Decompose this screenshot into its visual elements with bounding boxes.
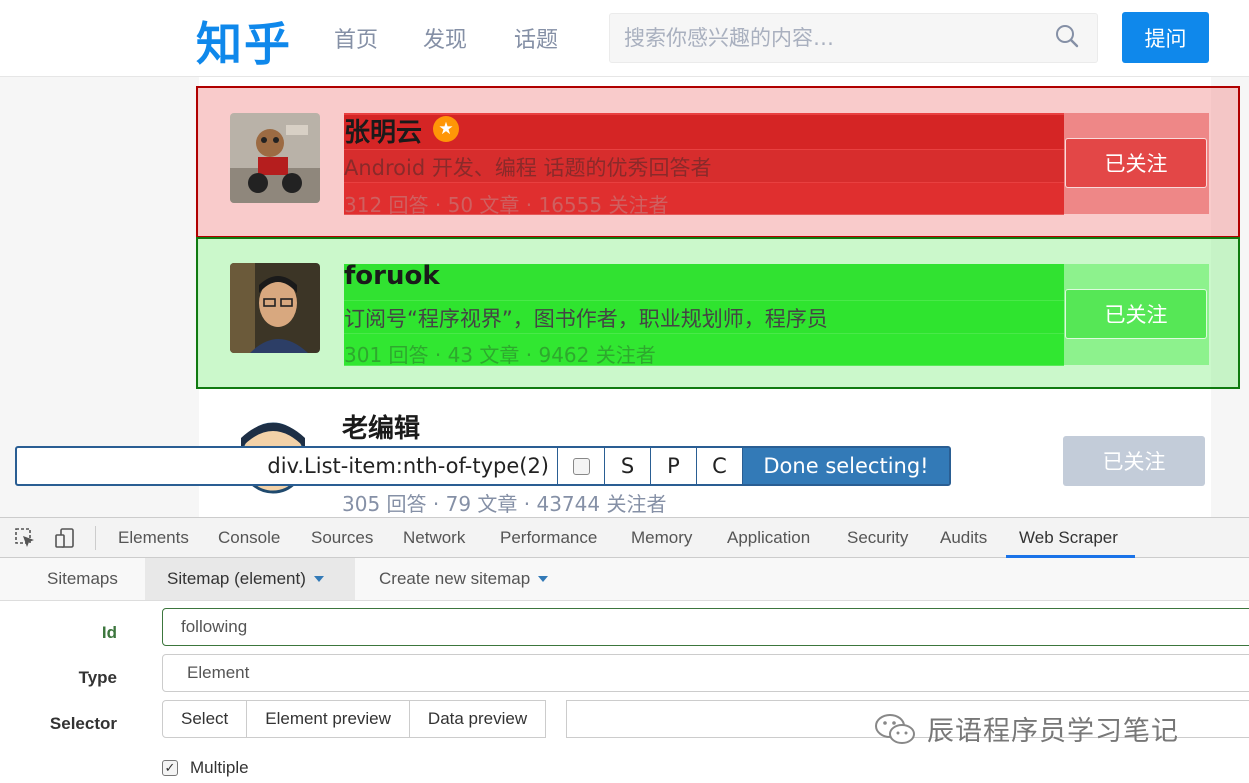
avatar[interactable] — [230, 263, 320, 353]
avatar[interactable] — [230, 113, 320, 203]
selector-label: Selector — [49, 714, 117, 733]
tab-memory[interactable]: Memory — [631, 528, 692, 548]
multiple-checkbox-row[interactable]: ✓ Multiple — [162, 758, 249, 778]
nav-sitemap-element[interactable]: Sitemap (element) — [145, 558, 355, 600]
tab-sources[interactable]: Sources — [311, 528, 373, 548]
follow-button[interactable]: 已关注 — [1065, 138, 1207, 188]
nav-home[interactable]: 首页 — [334, 22, 378, 54]
name-highlight — [344, 264, 1064, 300]
done-selecting-button[interactable]: Done selecting! — [742, 448, 949, 484]
nav-create-sitemap[interactable]: Create new sitemap — [379, 558, 549, 600]
tab-network[interactable]: Network — [403, 528, 465, 548]
list-item-hover[interactable]: foruok 订阅号“程序视界”，图书作者，职业规划师，程序员 301 回答 ·… — [196, 237, 1240, 389]
nav-sitemaps[interactable]: Sitemaps — [47, 558, 118, 600]
follow-button[interactable]: 已关注 — [1063, 436, 1205, 486]
id-label: Id — [101, 623, 117, 642]
selector-button-group: Select Element preview Data preview — [162, 700, 547, 738]
selector-key-c[interactable]: C — [696, 448, 742, 484]
tab-elements[interactable]: Elements — [118, 528, 189, 548]
tab-web-scraper[interactable]: Web Scraper — [1019, 528, 1118, 548]
selector-key-s[interactable]: S — [604, 448, 650, 484]
selector-toolbar: S P C Done selecting! — [15, 446, 951, 486]
avatar-image-person — [230, 263, 320, 353]
data-preview-button[interactable]: Data preview — [409, 700, 547, 738]
zhihu-logo[interactable]: 知乎 — [196, 8, 292, 74]
wechat-icon — [875, 713, 915, 744]
devtools-tabbar: Elements Console Sources Network Perform… — [0, 517, 1249, 558]
selector-key-p[interactable]: P — [650, 448, 696, 484]
device-toolbar-icon[interactable] — [54, 527, 76, 549]
element-preview-button[interactable]: Element preview — [247, 700, 410, 738]
scraper-nav: Sitemaps Sitemap (element) Create new si… — [0, 558, 1249, 601]
chevron-down-icon — [538, 576, 549, 582]
user-name[interactable]: 张明云 — [344, 112, 422, 149]
user-stats: 312 回答 · 50 文章 · 16555 关注者 — [344, 193, 669, 217]
search-box — [609, 13, 1098, 63]
tab-application[interactable]: Application — [727, 528, 810, 548]
watermark-text: 辰语程序员学习笔记 — [927, 716, 1179, 747]
user-name[interactable]: 老编辑 — [342, 408, 420, 445]
user-stats: 305 回答 · 79 文章 · 43744 关注者 — [342, 492, 667, 516]
checkbox-icon[interactable] — [572, 457, 590, 475]
nav-topics[interactable]: 话题 — [514, 22, 558, 54]
select-button[interactable]: Select — [162, 700, 248, 738]
user-name[interactable]: foruok — [344, 261, 440, 291]
user-bio: Android 开发、编程 话题的优秀回答者 — [344, 156, 712, 180]
avatar-image-toy — [230, 113, 320, 203]
ask-button[interactable]: 提问 — [1122, 12, 1209, 63]
selector-input[interactable] — [17, 448, 557, 484]
toolbar-divider — [95, 526, 96, 550]
tab-audits[interactable]: Audits — [940, 528, 987, 548]
nav-create-sitemap-label: Create new sitemap — [379, 569, 531, 588]
follow-button[interactable]: 已关注 — [1065, 289, 1207, 339]
nav-sitemap-element-label: Sitemap (element) — [167, 569, 306, 588]
list-item-selected[interactable]: 张明云 ★ Android 开发、编程 话题的优秀回答者 312 回答 · 50… — [196, 86, 1240, 238]
nav-discover[interactable]: 发现 — [423, 22, 467, 54]
tab-performance[interactable]: Performance — [500, 528, 597, 548]
search-icon[interactable] — [1055, 24, 1079, 48]
selector-enable-toggle[interactable] — [557, 448, 604, 484]
multiple-label: Multiple — [190, 758, 249, 777]
id-input[interactable]: following — [162, 608, 1249, 646]
tab-console[interactable]: Console — [218, 528, 280, 548]
checkbox-checked-icon[interactable]: ✓ — [162, 760, 178, 776]
inspect-element-icon[interactable] — [14, 527, 36, 549]
star-badge-icon: ★ — [433, 116, 459, 142]
tab-security[interactable]: Security — [847, 528, 908, 548]
chevron-down-icon — [313, 576, 324, 582]
type-label: Type — [78, 668, 117, 687]
user-stats: 301 回答 · 43 文章 · 9462 关注者 — [344, 343, 656, 367]
type-select[interactable]: Element — [162, 654, 1249, 692]
watermark: 辰语程序员学习笔记 — [873, 709, 1179, 748]
zhihu-header: 知乎 首页 发现 话题 提问 — [0, 0, 1249, 77]
search-input[interactable] — [624, 23, 1044, 53]
user-bio: 订阅号“程序视界”，图书作者，职业规划师，程序员 — [344, 307, 828, 331]
screen: 知乎 首页 发现 话题 提问 — [0, 0, 1249, 783]
